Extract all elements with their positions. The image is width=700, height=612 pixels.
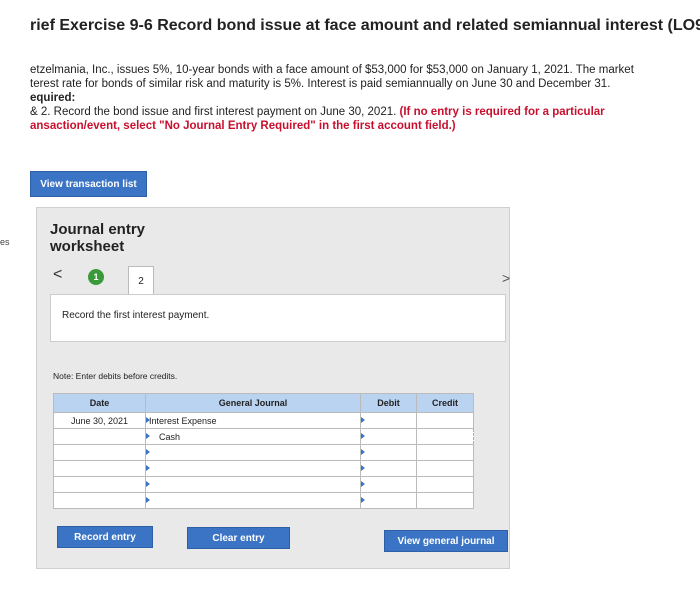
requirement-instruction-cont: ansaction/event, select "No Journal Entr…: [30, 120, 456, 132]
header-credit: Credit: [416, 393, 474, 413]
worksheet-title-line-2: worksheet: [50, 238, 125, 255]
table-row: [53, 444, 474, 461]
header-debit: Debit: [360, 393, 417, 413]
debit-cell[interactable]: [360, 476, 417, 493]
date-cell[interactable]: [53, 460, 146, 477]
account-cell[interactable]: [145, 476, 361, 493]
record-entry-button[interactable]: Record entry: [57, 526, 153, 548]
sidebar-cut-label: es: [0, 237, 10, 247]
header-general-journal: General Journal: [145, 393, 361, 413]
credit-cell[interactable]: [416, 428, 474, 445]
journal-entry-table: Date General Journal Debit Credit June 3…: [53, 393, 474, 509]
date-cell[interactable]: [53, 492, 146, 509]
debit-cell[interactable]: [360, 412, 417, 429]
table-row: Cash: [53, 428, 474, 445]
credit-cell[interactable]: [416, 476, 474, 493]
entry-note: Note: Enter debits before credits.: [53, 371, 178, 381]
date-cell[interactable]: June 30, 2021: [53, 412, 146, 429]
problem-line-1: etzelmania, Inc., issues 5%, 10-year bon…: [30, 64, 634, 76]
journal-worksheet-panel: [36, 207, 510, 569]
debit-cell[interactable]: [360, 460, 417, 477]
required-label: equired:: [30, 92, 76, 104]
debit-cell[interactable]: [360, 444, 417, 461]
dropdown-marker-icon: [361, 433, 365, 439]
header-date: Date: [53, 393, 146, 413]
account-cell[interactable]: [145, 460, 361, 477]
dropdown-marker-icon: [361, 417, 365, 423]
credit-cell[interactable]: [416, 412, 474, 429]
account-text: Cash: [159, 431, 181, 442]
table-row: June 30, 2021 Interest Expense: [53, 412, 474, 429]
problem-line-2: terest rate for bonds of similar risk an…: [30, 78, 611, 90]
account-cell[interactable]: [145, 492, 361, 509]
date-cell[interactable]: [53, 428, 146, 445]
table-row: [53, 476, 474, 493]
date-cell[interactable]: [53, 444, 146, 461]
step-2-tab[interactable]: 2: [128, 266, 154, 295]
step-1-indicator[interactable]: 1: [88, 269, 104, 285]
problem-description: etzelmania, Inc., issues 5%, 10-year bon…: [30, 63, 690, 133]
requirement-text: & 2. Record the bond issue and first int…: [30, 106, 400, 118]
instruction-text: Record the first interest payment.: [62, 310, 210, 321]
dropdown-marker-icon: [361, 465, 365, 471]
dropdown-marker-icon: [146, 481, 150, 487]
debit-cell[interactable]: [360, 428, 417, 445]
table-row: [53, 492, 474, 509]
table-header-row: Date General Journal Debit Credit: [53, 393, 474, 413]
dropdown-marker-icon: [146, 465, 150, 471]
credit-cell[interactable]: [416, 444, 474, 461]
dropdown-marker-icon: [146, 497, 150, 503]
requirement-instruction: (If no entry is required for a particula…: [399, 106, 605, 118]
worksheet-title-line-1: Journal entry: [50, 221, 146, 238]
account-cell[interactable]: Interest Expense: [145, 412, 361, 429]
table-row: [53, 460, 474, 477]
view-general-journal-button[interactable]: View general journal: [384, 530, 508, 552]
view-transaction-list-button[interactable]: View transaction list: [30, 171, 147, 197]
requirement-line: & 2. Record the bond issue and first int…: [30, 105, 690, 119]
account-cell[interactable]: [145, 444, 361, 461]
account-cell[interactable]: Cash: [145, 428, 361, 445]
credit-cell[interactable]: [416, 492, 474, 509]
dropdown-marker-icon: [361, 481, 365, 487]
page-title: rief Exercise 9-6 Record bond issue at f…: [30, 17, 700, 34]
dropdown-marker-icon: [146, 449, 150, 455]
clear-entry-button[interactable]: Clear entry: [187, 527, 290, 549]
prev-step-chevron-icon[interactable]: <: [53, 266, 62, 284]
dropdown-marker-icon: [361, 497, 365, 503]
worksheet-title: Journal entry worksheet: [50, 221, 145, 255]
credit-cell[interactable]: [416, 460, 474, 477]
dropdown-marker-icon: [361, 449, 365, 455]
account-text: Interest Expense: [149, 415, 217, 426]
date-cell[interactable]: [53, 476, 146, 493]
dropdown-marker-icon: [146, 433, 150, 439]
dropdown-marker-icon: [146, 417, 150, 423]
debit-cell[interactable]: [360, 492, 417, 509]
next-step-chevron-icon[interactable]: >: [502, 270, 510, 286]
